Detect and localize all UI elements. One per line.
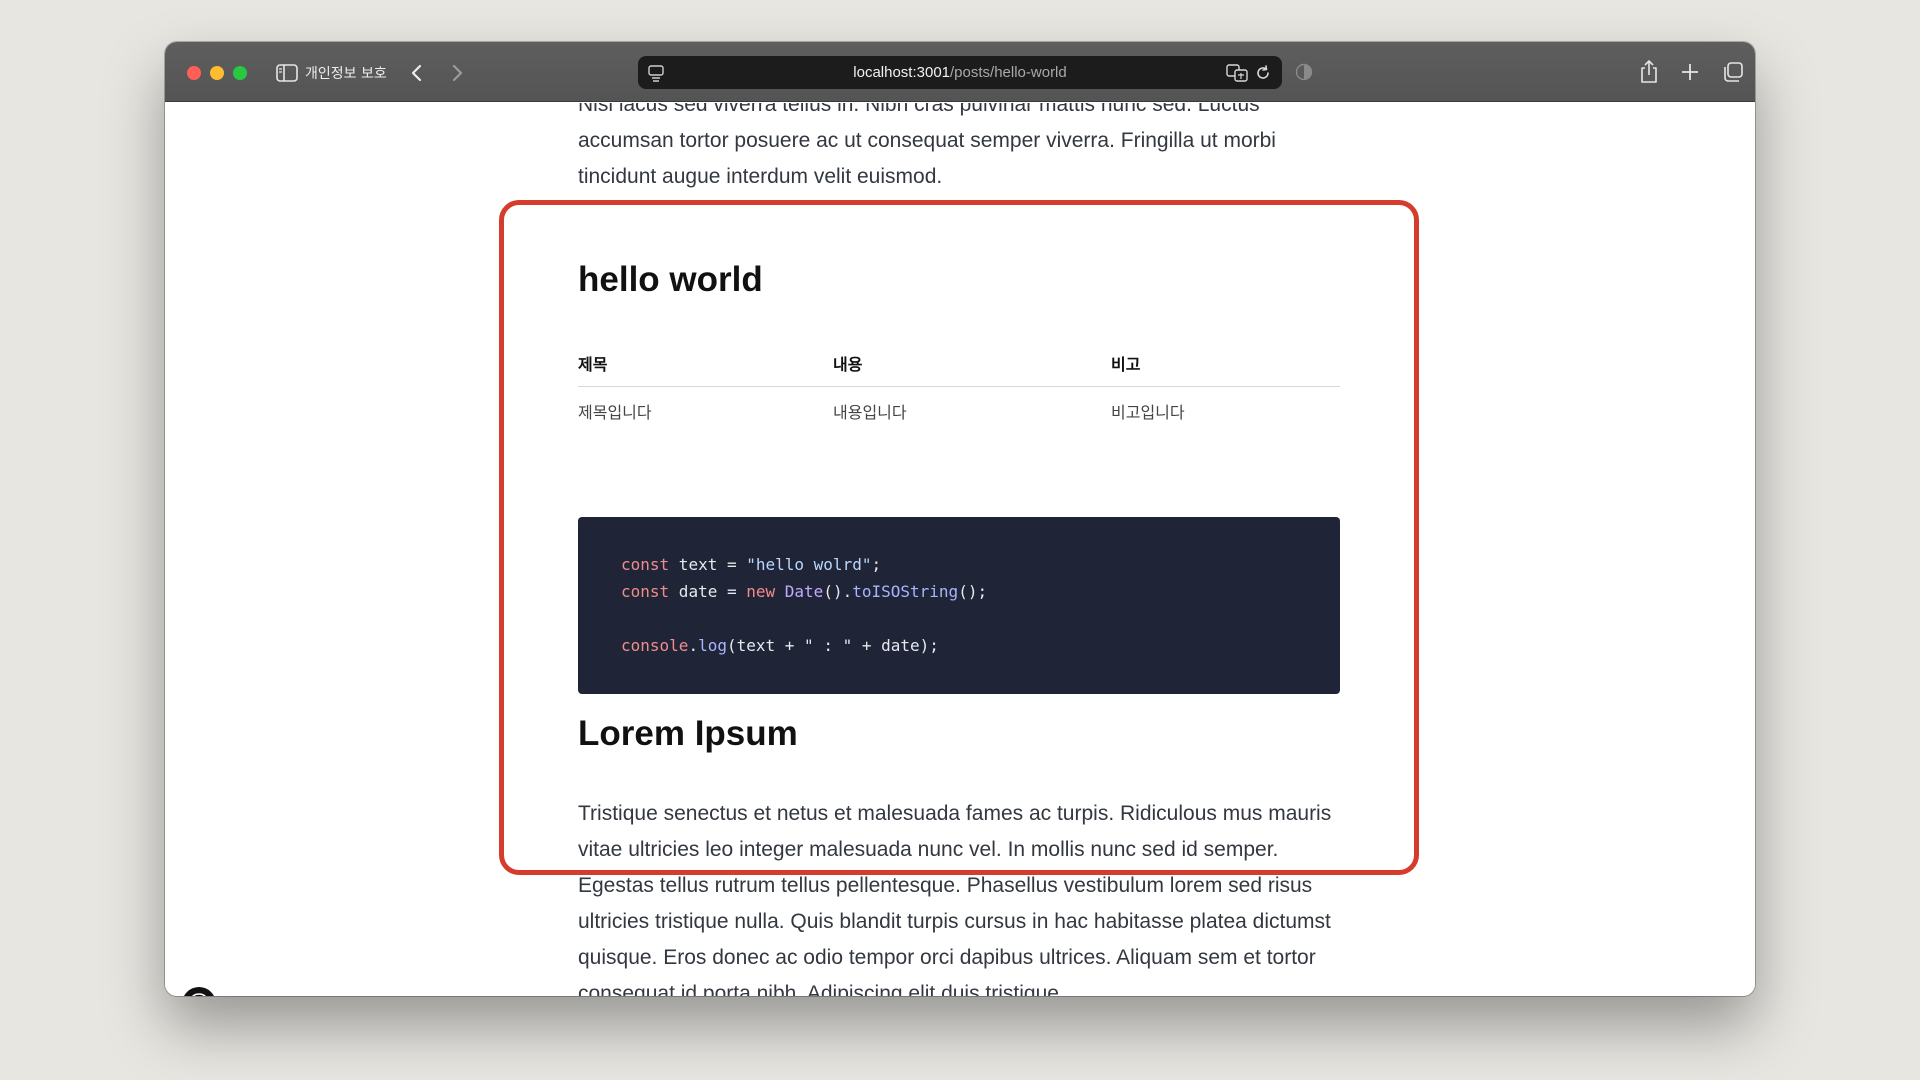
code-keyword: const	[621, 582, 670, 601]
code-text: ;	[871, 555, 882, 574]
url-text[interactable]: localhost:3001/posts/hello-world	[638, 64, 1282, 81]
chevron-right-icon[interactable]	[443, 59, 471, 87]
browser-toolbar: 개인정보 보호 localhost:3001/posts/hello-world	[165, 42, 1755, 102]
code-line-3: console.log(text + " : " + date);	[621, 636, 939, 655]
plus-icon[interactable]	[1679, 61, 1701, 83]
address-bar[interactable]: localhost:3001/posts/hello-world	[638, 56, 1282, 89]
chevron-left-icon[interactable]	[403, 59, 431, 87]
code-block: const text = "hello wolrd"; const date =…	[578, 517, 1340, 694]
sidebar-icon[interactable]	[275, 62, 299, 84]
url-path: /posts/hello-world	[950, 64, 1067, 81]
share-icon[interactable]	[1637, 59, 1661, 85]
table-cell: 제목입니다	[578, 403, 652, 422]
body-paragraph: Tristique senectus et netus et malesuada…	[578, 802, 1332, 996]
fullscreen-window-button[interactable]	[233, 66, 247, 80]
code-text: .	[688, 636, 699, 655]
close-window-button[interactable]	[187, 66, 201, 80]
reload-icon[interactable]	[1254, 64, 1272, 82]
heading-hello-world: hello world	[578, 260, 763, 299]
intro-paragraph: Nisl lacus sed viverra tellus in. Nibh c…	[578, 103, 1276, 188]
code-text: ();	[958, 582, 988, 601]
code-line-1: const text = "hello wolrd";	[621, 555, 881, 574]
page-content: Nisl lacus sed viverra tellus in. Nibh c…	[165, 103, 1755, 996]
code-text: date =	[669, 582, 747, 601]
privacy-report-label[interactable]: 개인정보 보호	[305, 63, 387, 83]
table-cell: 비고입니다	[1111, 403, 1185, 422]
code-keyword: const	[621, 555, 670, 574]
code-function: toISOString	[852, 582, 959, 601]
shield-icon[interactable]	[1294, 62, 1314, 82]
table-header-cell: 비고	[1111, 355, 1141, 374]
code-function: Date	[784, 582, 824, 601]
url-host: localhost:3001	[853, 64, 951, 81]
table-header-cell: 내용	[833, 355, 863, 374]
browser-window: 개인정보 보호 localhost:3001/posts/hello-world	[165, 42, 1755, 996]
minimize-window-button[interactable]	[210, 66, 224, 80]
code-text: ().	[823, 582, 853, 601]
code-text: (text + " : " + date);	[726, 636, 939, 655]
code-object: console	[621, 636, 689, 655]
translate-icon[interactable]	[1226, 63, 1248, 83]
heading-lorem-ipsum: Lorem Ipsum	[578, 714, 798, 753]
tabs-icon[interactable]	[1721, 60, 1745, 84]
table-header-cell: 제목	[578, 355, 608, 374]
code-line-2: const date = new Date().toISOString();	[621, 582, 987, 601]
code-function: log	[698, 636, 727, 655]
code-text: text =	[669, 555, 747, 574]
content-table: 제목 내용 비고 제목입니다 내용입니다 비고입니다	[578, 351, 1340, 439]
code-keyword: new	[746, 582, 776, 601]
table-cell: 내용입니다	[833, 403, 907, 422]
bolt-icon[interactable]	[182, 987, 216, 996]
code-string: "hello wolrd"	[746, 555, 872, 574]
table-header-row: 제목 내용 비고	[578, 351, 1340, 387]
table-row: 제목입니다 내용입니다 비고입니다	[578, 399, 1340, 439]
